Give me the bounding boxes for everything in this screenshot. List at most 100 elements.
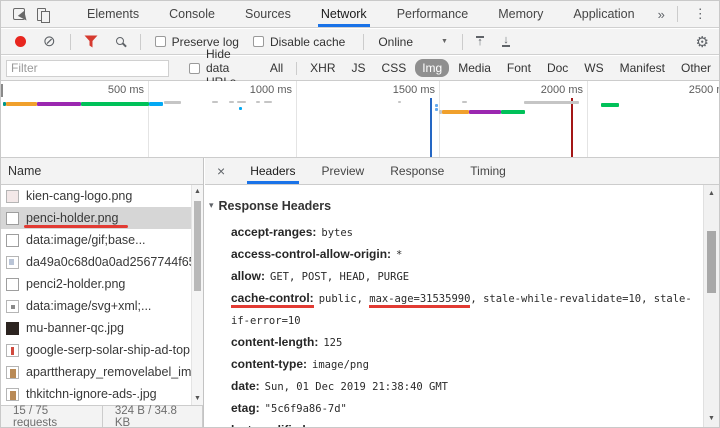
tab-performance[interactable]: Performance — [394, 1, 472, 27]
request-row-data-image-svg-xml[interactable]: data:image/svg+xml;... — [1, 295, 191, 317]
request-row-penci2-holder-png[interactable]: penci2-holder.png — [1, 273, 191, 295]
details-scrollbar[interactable]: ▲ ▼ — [703, 185, 719, 427]
filter-pill-js[interactable]: JS — [345, 59, 373, 77]
waterfall-bar-segment — [6, 102, 37, 106]
transferred-size: 324 B / 34.8 KB — [103, 405, 203, 427]
response-header-line: etag: "5c6f9a86-7d" — [205, 398, 703, 420]
filter-pill-media[interactable]: Media — [451, 59, 498, 77]
waterfall-bar-segment — [239, 107, 242, 110]
request-list-scrollbar[interactable]: ▲ ▼ — [191, 185, 203, 405]
divider — [139, 33, 141, 50]
request-row-penci-holder-png[interactable]: penci-holder.png — [1, 207, 191, 229]
filter-pill-font[interactable]: Font — [500, 59, 538, 77]
scroll-up-icon[interactable]: ▲ — [704, 190, 719, 197]
header-key: last-modified: — [231, 423, 310, 427]
load-event-line — [571, 98, 573, 157]
timeline-gridline — [296, 81, 297, 157]
request-row-google-serp-solar-ship-ad-top[interactable]: google-serp-solar-ship-ad-top — [1, 339, 191, 361]
close-details-icon[interactable]: × — [205, 163, 237, 179]
detail-tabs: × Headers Preview Response Timing — [205, 158, 719, 185]
waterfall-bar-segment — [212, 101, 218, 103]
tab-memory[interactable]: Memory — [495, 1, 546, 27]
request-row-thkitchn-ignore-ads-jpg[interactable]: thkitchn-ignore-ads-.jpg — [1, 383, 191, 405]
request-row-da49a0c68d0a0ad2567744f65[interactable]: da49a0c68d0a0ad2567744f65 — [1, 251, 191, 273]
scroll-up-icon[interactable]: ▲ — [192, 188, 203, 195]
search-icon[interactable] — [115, 36, 124, 45]
header-value: max-age=31535990 — [369, 293, 471, 305]
detail-tab-response[interactable]: Response — [387, 158, 447, 184]
detail-tab-timing[interactable]: Timing — [467, 158, 509, 184]
network-overview[interactable]: 500 ms 1000 ms 1500 ms 2000 ms 2500 ms — [1, 81, 719, 158]
waterfall-bar-segment — [229, 101, 234, 103]
response-header-line: last-modified: — [205, 420, 703, 427]
overview-left-handle[interactable] — [1, 84, 3, 97]
gear-icon[interactable]: ⚙ — [696, 33, 709, 51]
menu-icon[interactable]: ⋮ — [686, 6, 715, 22]
filter-pill-xhr[interactable]: XHR — [303, 59, 342, 77]
waterfall-bar-segment — [435, 108, 438, 111]
detail-tab-headers[interactable]: Headers — [247, 158, 299, 184]
waterfall-bar-segment — [469, 110, 501, 114]
network-toolbar: ⊘ Preserve log Disable cache Online ▼ ↑ … — [1, 29, 719, 55]
request-row-kien-cang-logo-png[interactable]: kien-cang-logo.png — [1, 185, 191, 207]
request-row-mu-banner-qc-jpg[interactable]: mu-banner-qc.jpg — [1, 317, 191, 339]
throttling-dropdown[interactable]: Online ▼ — [378, 35, 448, 49]
tabbar-right: ⋮ × — [673, 5, 719, 23]
detail-tab-preview[interactable]: Preview — [319, 158, 368, 184]
preserve-log-checkbox[interactable] — [154, 36, 166, 47]
filter-pill-img[interactable]: Img — [415, 59, 450, 77]
filter-pill-ws[interactable]: WS — [577, 59, 610, 77]
response-header-line: content-type: image/png — [205, 354, 703, 376]
response-header-line: content-length: 125 — [205, 332, 703, 354]
header-value: GET, POST, HEAD, PURGE — [270, 271, 410, 283]
scroll-down-icon[interactable]: ▼ — [192, 395, 203, 402]
scrollbar-thumb[interactable] — [194, 201, 201, 291]
request-name: penci-holder.png — [26, 211, 119, 225]
tab-sources[interactable]: Sources — [242, 1, 294, 27]
header-lines: accept-ranges: bytes access-control-allow-… — [205, 222, 703, 427]
scrollbar-thumb[interactable] — [707, 231, 716, 293]
import-har-icon[interactable]: ↑ — [475, 36, 484, 48]
header-value: * — [396, 249, 403, 261]
response-headers-section[interactable]: ▾ Response Headers — [209, 195, 703, 216]
request-name: thkitchn-ignore-ads-.jpg — [26, 387, 157, 401]
response-header-line: date: Sun, 01 Dec 2019 21:38:40 GMT — [205, 376, 703, 398]
record-icon[interactable] — [15, 36, 26, 47]
response-header-line: cache-control: public, max-age=31535990, … — [205, 288, 703, 310]
timeline-tick-label: 1000 ms — [249, 84, 292, 96]
tab-console[interactable]: Console — [166, 1, 218, 27]
export-har-icon[interactable]: ↓ — [501, 35, 510, 47]
devtools-tabbar: Elements Console Sources Network Performance… — [1, 1, 719, 28]
header-key: cache-control: — [231, 291, 314, 305]
divider — [676, 6, 678, 22]
divider — [461, 33, 463, 50]
filter-pill-css[interactable]: CSS — [375, 59, 414, 77]
filter-funnel-icon[interactable] — [84, 35, 98, 48]
scroll-down-icon[interactable]: ▼ — [704, 415, 719, 422]
tab-elements[interactable]: Elements — [84, 1, 142, 27]
inspect-element-icon[interactable] — [13, 8, 25, 20]
hide-data-urls-checkbox[interactable] — [189, 62, 200, 74]
file-type-icon — [6, 233, 19, 247]
clear-icon[interactable]: ⊘ — [43, 34, 56, 49]
filter-pill-doc[interactable]: Doc — [540, 59, 575, 77]
filter-pill-other[interactable]: Other — [674, 59, 718, 77]
name-column-header[interactable]: Name — [1, 158, 203, 185]
more-tabs-button[interactable]: » — [658, 7, 665, 22]
filter-pill-manifest[interactable]: Manifest — [613, 59, 672, 77]
tab-network[interactable]: Network — [317, 1, 370, 27]
request-row-data-image-gif-base[interactable]: data:image/gif;base... — [1, 229, 191, 251]
file-type-icon — [6, 321, 19, 335]
divider — [296, 61, 298, 75]
device-toolbar-icon[interactable] — [37, 7, 50, 23]
tab-application[interactable]: Application — [570, 1, 637, 27]
header-value: bytes — [321, 227, 353, 239]
request-row-aparttherapy-removelabel-ima[interactable]: aparttherapy_removelabel_ima — [1, 361, 191, 383]
chevron-down-icon: ▼ — [441, 38, 448, 45]
filter-input[interactable] — [6, 59, 169, 77]
devtools-window: Elements Console Sources Network Performance… — [0, 0, 720, 428]
waterfall-bar-segment — [264, 101, 272, 103]
waterfall-bar-segment — [601, 103, 619, 107]
filter-pill-all[interactable]: All — [263, 59, 290, 77]
disable-cache-checkbox[interactable] — [252, 36, 264, 47]
